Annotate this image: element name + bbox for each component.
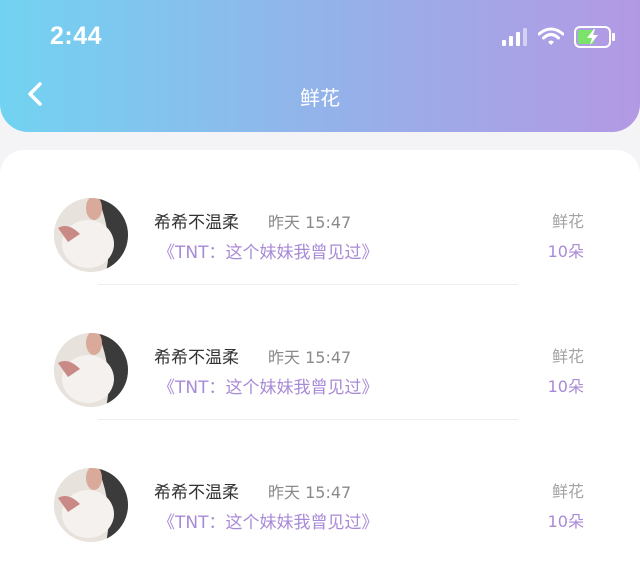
sender-name: 希希不温柔 — [154, 348, 239, 368]
gift-record-list: 希希不温柔 昨天 15:47 《TNT：这个妹妹我曾见过》 鲜花 10朵 希希不… — [0, 150, 640, 580]
message-link[interactable]: 《TNT：这个妹妹我曾见过》 — [158, 373, 379, 398]
sender-name: 希希不温柔 — [154, 213, 239, 233]
gift-type-label: 鲜花 — [551, 212, 584, 231]
gift-count: 10朵 — [547, 512, 584, 531]
message-link[interactable]: 《TNT：这个妹妹我曾见过》 — [158, 238, 379, 263]
timestamp: 昨天 15:47 — [268, 213, 352, 232]
avatar[interactable] — [54, 468, 128, 542]
list-item[interactable]: 希希不温柔 昨天 15:47 《TNT：这个妹妹我曾见过》 鲜花 10朵 — [0, 420, 640, 555]
status-time: 2:44 — [50, 22, 103, 50]
wifi-icon — [537, 27, 565, 51]
list-item[interactable]: 希希不温柔 昨天 15:47 《TNT：这个妹妹我曾见过》 鲜花 10朵 — [0, 285, 640, 420]
sender-name: 希希不温柔 — [154, 483, 239, 503]
list-item[interactable]: 希希不温柔 昨天 15:47 《TNT：这个妹妹我曾见过》 鲜花 10朵 — [0, 150, 640, 285]
header: 2:44 鲜花 — [0, 0, 640, 132]
page-title: 鲜花 — [300, 86, 340, 110]
timestamp: 昨天 15:47 — [268, 483, 352, 502]
status-icons — [502, 26, 616, 52]
gift-count: 10朵 — [547, 242, 584, 261]
signal-icon — [502, 28, 528, 50]
gift-count: 10朵 — [547, 377, 584, 396]
avatar[interactable] — [54, 333, 128, 407]
avatar[interactable] — [54, 198, 128, 272]
gift-type-label: 鲜花 — [551, 347, 584, 366]
timestamp: 昨天 15:47 — [268, 348, 352, 367]
battery-charging-icon — [574, 26, 616, 52]
gift-type-label: 鲜花 — [551, 482, 584, 501]
message-link[interactable]: 《TNT：这个妹妹我曾见过》 — [158, 508, 379, 533]
